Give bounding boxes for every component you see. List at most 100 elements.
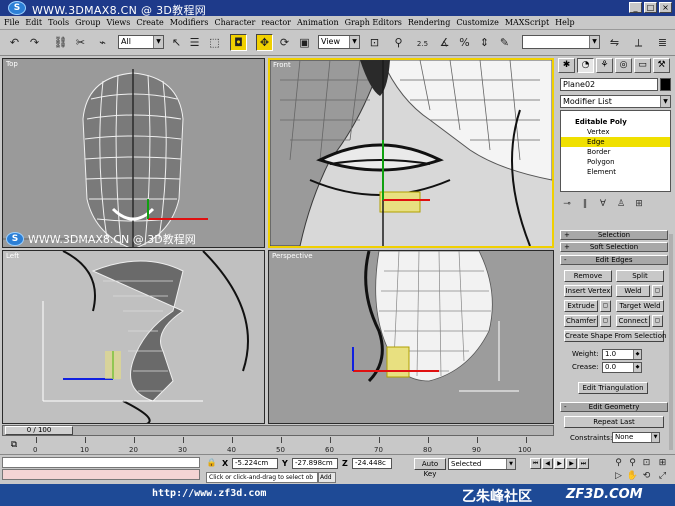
field-of-view-icon[interactable]: ▷ [612, 470, 625, 482]
window-crossing-icon[interactable]: ◘ [230, 34, 247, 51]
select-and-scale-icon[interactable]: ▣ [296, 34, 313, 51]
weight-spinner[interactable]: 1.0 ◆ [602, 349, 642, 360]
stack-item-editable-poly[interactable]: Editable Poly [561, 117, 670, 127]
align-icon[interactable]: ⟂ [630, 34, 647, 51]
viewport-label[interactable]: Perspective [272, 252, 313, 260]
layer-manager-icon[interactable]: ≣ [654, 34, 671, 51]
key-filter-dropdown[interactable]: Selected ▼ [448, 458, 516, 470]
play-icon[interactable]: ▶ [554, 458, 565, 469]
menu-animation[interactable]: Animation [297, 18, 339, 27]
unlink-icon[interactable]: ✂ [72, 34, 89, 51]
select-and-manipulate-icon[interactable]: ⚲ [390, 34, 407, 51]
display-tab-icon[interactable]: ▭ [634, 58, 651, 73]
utilities-tab-icon[interactable]: ⚒ [653, 58, 670, 73]
maxscript-listener-white[interactable] [2, 457, 200, 468]
pin-stack-icon[interactable]: ⊸ [560, 198, 574, 211]
zoom-icon[interactable]: ⚲ [612, 457, 625, 469]
viewport-left[interactable]: Left [2, 250, 265, 424]
extrude-button[interactable]: Extrude [564, 300, 598, 312]
rollout-selection[interactable]: + Selection [560, 230, 668, 240]
panel-scrollbar[interactable] [669, 234, 673, 450]
menu-modifiers[interactable]: Modifiers [170, 18, 209, 27]
time-slider-thumb[interactable]: 0 / 100 [5, 426, 73, 435]
create-shape-button[interactable]: Create Shape From Selection [564, 330, 666, 342]
create-tab-icon[interactable]: ✱ [558, 58, 575, 73]
go-to-end-icon[interactable]: ⏭ [578, 458, 589, 469]
time-slider[interactable]: 0 / 100 [2, 425, 554, 436]
select-and-move-icon[interactable]: ✥ [256, 34, 273, 51]
connect-button[interactable]: Connect [616, 315, 650, 327]
named-selection-sets-dropdown[interactable]: ▼ [522, 35, 600, 49]
named-selection-icon[interactable]: ✎ [496, 34, 513, 51]
menu-customize[interactable]: Customize [456, 18, 499, 27]
make-unique-icon[interactable]: ∀ [596, 198, 610, 211]
redo-icon[interactable]: ↷ [26, 34, 43, 51]
pan-icon[interactable]: ✋ [626, 470, 639, 482]
stack-item-element[interactable]: Element [561, 167, 670, 177]
hierarchy-tab-icon[interactable]: ⚘ [596, 58, 613, 73]
remove-button[interactable]: Remove [564, 270, 612, 282]
menu-tools[interactable]: Tools [48, 18, 69, 27]
banner-url[interactable]: http://www.zf3d.com [152, 488, 266, 499]
maximize-button[interactable]: □ [644, 2, 657, 13]
target-weld-button[interactable]: Target Weld [616, 300, 664, 312]
track-bar-icon[interactable]: ⧉ [6, 439, 22, 451]
percent-snap-icon[interactable]: % [456, 34, 473, 51]
menu-edit[interactable]: Edit [25, 18, 42, 27]
viewport-top[interactable]: Top [2, 58, 265, 248]
menu-create[interactable]: Create [136, 18, 163, 27]
track-bar[interactable]: ⧉ 0 10 20 30 40 50 60 70 80 90 100 [2, 437, 554, 454]
zoom-all-icon[interactable]: ⚲ [626, 457, 639, 469]
menu-help[interactable]: Help [555, 18, 574, 27]
repeat-last-button[interactable]: Repeat Last [564, 416, 664, 428]
menu-reactor[interactable]: reactor [261, 18, 291, 27]
weld-settings-button[interactable]: ▢ [652, 285, 663, 297]
stack-item-edge[interactable]: Edge [561, 137, 670, 147]
viewport-perspective[interactable]: Perspective [268, 250, 554, 424]
select-and-rotate-icon[interactable]: ⟳ [276, 34, 293, 51]
z-coordinate-field[interactable]: -24.448c [352, 458, 392, 469]
modifier-list-dropdown[interactable]: Modifier List ▼ [560, 95, 671, 108]
zoom-extents-icon[interactable]: ⊡ [640, 457, 653, 469]
object-color-swatch[interactable] [660, 78, 671, 91]
modify-tab-icon[interactable]: ◔ [577, 58, 594, 73]
configure-modifier-sets-icon[interactable]: ⊞ [632, 198, 646, 211]
go-to-start-icon[interactable]: ⏮ [530, 458, 541, 469]
menu-views[interactable]: Views [106, 18, 130, 27]
menu-rendering[interactable]: Rendering [408, 18, 450, 27]
previous-frame-icon[interactable]: ◀ [542, 458, 553, 469]
rollout-edit-edges[interactable]: - Edit Edges [560, 255, 668, 265]
selection-filter-dropdown[interactable]: All ▼ [118, 35, 164, 49]
close-button[interactable]: × [659, 2, 672, 13]
chamfer-settings-button[interactable]: ▢ [600, 315, 611, 327]
crease-spinner[interactable]: 0.0 ◆ [602, 362, 642, 373]
menu-maxscript[interactable]: MAXScript [505, 18, 549, 27]
maximize-viewport-icon[interactable]: ⤢ [656, 470, 669, 482]
select-by-name-icon[interactable]: ☰ [186, 34, 203, 51]
remove-modifier-icon[interactable]: ♙ [614, 198, 628, 211]
viewport-label[interactable]: Left [6, 252, 19, 260]
snap-toggle-icon[interactable]: 2.5 [414, 34, 431, 51]
menu-group[interactable]: Group [75, 18, 100, 27]
maxscript-listener-pink[interactable] [2, 469, 200, 480]
object-name-field[interactable]: Plane02 [560, 78, 658, 91]
next-frame-icon[interactable]: ▶ [566, 458, 577, 469]
viewport-label[interactable]: Front [273, 61, 291, 69]
reference-coordinate-dropdown[interactable]: View ▼ [318, 35, 360, 49]
zoom-extents-all-icon[interactable]: ⊞ [656, 457, 669, 469]
undo-icon[interactable]: ↶ [6, 34, 23, 51]
stack-item-vertex[interactable]: Vertex [561, 127, 670, 137]
motion-tab-icon[interactable]: ◎ [615, 58, 632, 73]
rollout-edit-geometry[interactable]: - Edit Geometry [560, 402, 668, 412]
select-object-icon[interactable]: ↖ [168, 34, 185, 51]
constraints-dropdown[interactable]: None ▼ [612, 432, 660, 443]
y-coordinate-field[interactable]: -27.898cm [292, 458, 338, 469]
select-and-link-icon[interactable]: ⛓ [52, 34, 69, 51]
viewport-label[interactable]: Top [6, 60, 18, 68]
pivot-center-icon[interactable]: ⊡ [366, 34, 383, 51]
spinner-snap-icon[interactable]: ⇕ [476, 34, 493, 51]
arc-rotate-icon[interactable]: ⟲ [640, 470, 653, 482]
menu-file[interactable]: File [4, 18, 19, 27]
connect-settings-button[interactable]: ▢ [652, 315, 663, 327]
x-coordinate-field[interactable]: -5.224cm [232, 458, 278, 469]
